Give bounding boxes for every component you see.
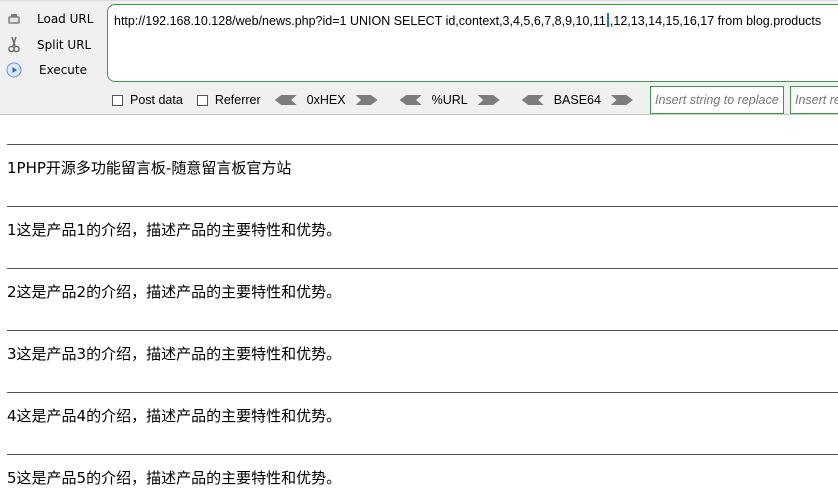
list-item: 4这是产品4的介绍，描述产品的主要特性和优势。 [0,363,838,425]
base64-label: BASE64 [553,93,601,107]
divider [7,144,838,145]
split-url-button[interactable]: Split URL [5,35,91,55]
url-textarea[interactable]: http://192.168.10.128/web/news.php?id=1 … [107,4,838,82]
list-item: 2这是产品2的介绍，描述产品的主要特性和优势。 [0,239,838,301]
url-enc-label: %URL [431,93,468,107]
referrer-checkbox[interactable]: Referrer [196,93,261,107]
text-caret [606,13,609,27]
replace-string-input[interactable] [650,86,784,114]
list-item: 1这是产品1的介绍，描述产品的主要特性和优势。 [0,177,838,239]
load-url-button[interactable]: Load URL [5,9,93,29]
divider [0,0,838,1]
divider [7,206,838,207]
hex-label: 0xHEX [306,93,346,107]
list-item: 3这是产品3的介绍，描述产品的主要特性和优势。 [0,301,838,363]
hex-decode-arrow-icon[interactable] [274,95,297,105]
load-url-icon [5,10,23,28]
result-text: 3这是产品3的介绍，描述产品的主要特性和优势。 [7,345,342,363]
url-decode-arrow-icon[interactable] [399,95,422,105]
result-text: 1PHP开源多功能留言板-随意留言板官方站 [7,159,292,177]
base64-encoder: BASE64 [521,93,633,107]
post-data-checkbox[interactable]: Post data [112,93,183,107]
list-item: 5这是产品5的介绍，描述产品的主要特性和优势。 [0,425,838,487]
hackbar-options: Post data Referrer 0xHEX %URL BASE64 [112,90,655,110]
referrer-label: Referrer [214,93,261,107]
checkbox-box[interactable] [196,94,208,106]
list-item: 1PHP开源多功能留言板-随意留言板官方站 [0,115,838,177]
url-encode-arrow-icon[interactable] [477,95,500,105]
scissors-icon [5,36,23,54]
hackbar-toolbar: Load URL Split URL Execute http://192.16… [0,0,838,115]
result-text: 1这是产品1的介绍，描述产品的主要特性和优势。 [7,221,342,239]
base64-decode-arrow-icon[interactable] [521,95,544,105]
divider [7,330,838,331]
divider [7,392,838,393]
divider [7,268,838,269]
base64-encode-arrow-icon[interactable] [610,95,633,105]
result-text: 4这是产品4的介绍，描述产品的主要特性和优势。 [7,407,342,425]
load-url-label: Load URL [37,12,94,26]
page-content: 1PHP开源多功能留言板-随意留言板官方站 1这是产品1的介绍，描述产品的主要特… [0,115,838,487]
execute-button[interactable]: Execute [5,60,87,80]
url-text-after-caret: ,12,13,14,15,16,17 from blog.products [609,14,822,28]
divider [7,454,838,455]
url-text-before-caret: http://192.168.10.128/web/news.php?id=1 … [114,14,606,28]
split-url-label: Split URL [37,38,92,52]
post-data-label: Post data [130,93,183,107]
hex-encoder: 0xHEX [274,93,378,107]
result-text: 2这是产品2的介绍，描述产品的主要特性和优势。 [7,283,342,301]
result-text: 5这是产品5的介绍，描述产品的主要特性和优势。 [7,469,342,487]
url-encoder: %URL [399,93,500,107]
checkbox-box[interactable] [112,94,123,106]
hex-encode-arrow-icon[interactable] [355,95,378,105]
replacing-string-input[interactable] [790,86,838,114]
play-icon [5,61,23,79]
execute-label: Execute [39,63,87,77]
